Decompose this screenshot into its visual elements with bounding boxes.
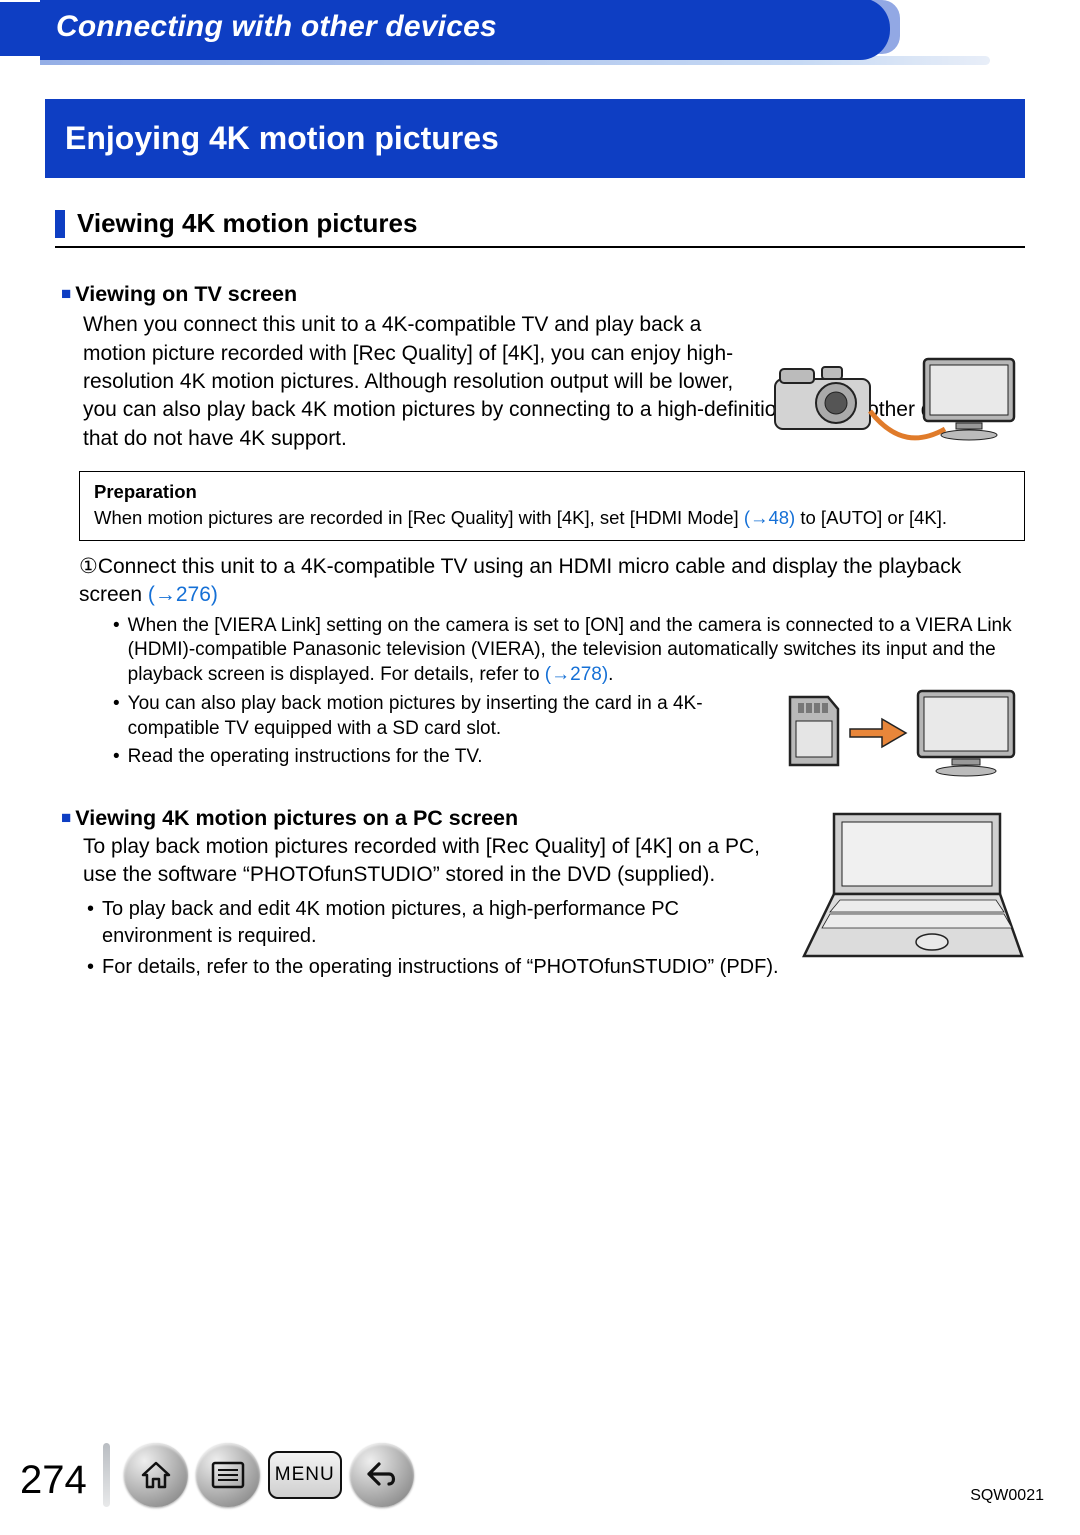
list-item: • To play back and edit 4K motion pictur… bbox=[87, 896, 785, 950]
bullet-dot-icon: • bbox=[113, 745, 120, 770]
pc-sub-a: To play back and edit 4K motion pictures… bbox=[102, 896, 785, 950]
bullet-dot-icon: • bbox=[113, 614, 120, 688]
menu-button[interactable]: MENU bbox=[268, 1451, 342, 1499]
step-1: ①Connect this unit to a 4K-compatible TV… bbox=[79, 553, 1025, 610]
list-item: • For details, refer to the operating in… bbox=[87, 954, 785, 981]
chapter-title: Connecting with other devices bbox=[40, 0, 890, 60]
chapter-header: Connecting with other devices bbox=[0, 0, 1080, 58]
footer-divider bbox=[103, 1443, 110, 1507]
preparation-text-after: to [AUTO] or [4K]. bbox=[795, 507, 947, 528]
menu-button-label: MENU bbox=[275, 1462, 335, 1488]
sublist-c-text: Read the operating instructions for the … bbox=[128, 745, 483, 770]
illustration-sdcard-to-tv bbox=[770, 685, 1020, 789]
list-item: • Read the operating instructions for th… bbox=[113, 745, 765, 770]
step-1-link[interactable]: (→276) bbox=[148, 583, 218, 606]
page-title: Enjoying 4K motion pictures bbox=[45, 99, 1025, 178]
illustration-laptop bbox=[800, 804, 1025, 974]
pc-heading-text: Viewing 4K motion pictures on a PC scree… bbox=[75, 806, 518, 830]
step-1-marker: ① bbox=[79, 555, 98, 578]
sublist-a-link[interactable]: (→278) bbox=[545, 664, 608, 685]
chapter-left-tab bbox=[0, 2, 40, 56]
home-button[interactable] bbox=[124, 1443, 188, 1507]
bullet-dot-icon: • bbox=[113, 692, 120, 741]
sublist-b-text: You can also play back motion pictures b… bbox=[128, 692, 765, 741]
preparation-heading: Preparation bbox=[94, 480, 1010, 504]
back-button[interactable] bbox=[350, 1443, 414, 1507]
sublist-a-after: . bbox=[608, 664, 613, 685]
bullet-dot-icon: • bbox=[87, 954, 94, 981]
list-item: • You can also play back motion pictures… bbox=[113, 692, 765, 741]
list-item: • When the [VIERA Link] setting on the c… bbox=[113, 614, 1025, 688]
bullet-dot-icon: • bbox=[87, 896, 94, 950]
chapter-accent bbox=[870, 0, 900, 54]
preparation-box: Preparation When motion pictures are rec… bbox=[79, 471, 1025, 541]
document-number: SQW0021 bbox=[970, 1485, 1044, 1507]
preparation-page-link[interactable]: (→48) bbox=[744, 507, 795, 528]
preparation-text-before: When motion pictures are recorded in [Re… bbox=[94, 507, 744, 528]
section-heading: Viewing 4K motion pictures bbox=[55, 206, 1025, 248]
section-heading-text: Viewing 4K motion pictures bbox=[77, 206, 417, 241]
page-number: 274 bbox=[20, 1453, 87, 1507]
bullet-square-icon: ■ bbox=[61, 808, 71, 827]
illustration-camera-to-tv bbox=[770, 351, 1020, 451]
bullet-square-icon: ■ bbox=[61, 284, 71, 303]
page-footer: 274 MENU SQW0021 bbox=[0, 1425, 1080, 1535]
pc-sub-b: For details, refer to the operating inst… bbox=[102, 954, 779, 981]
tv-heading-text: Viewing on TV screen bbox=[75, 282, 297, 306]
contents-button[interactable] bbox=[196, 1443, 260, 1507]
heading-accent-bar bbox=[55, 210, 65, 238]
